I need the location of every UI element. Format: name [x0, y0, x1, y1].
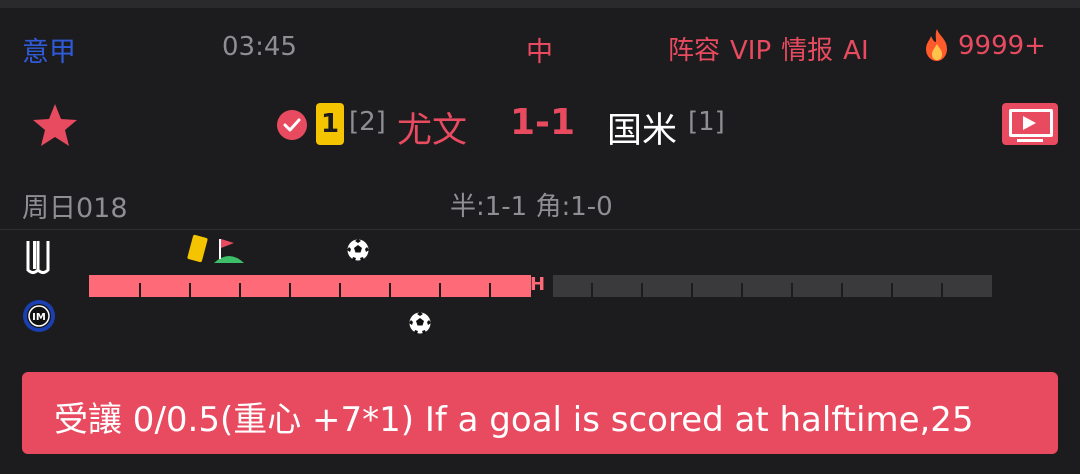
timeline-tick — [741, 283, 743, 297]
juventus-logo-icon — [26, 241, 50, 274]
halftime-corner-stats: 半:1-1 角:1-0 — [450, 192, 613, 222]
timeline-tick — [339, 283, 341, 297]
intel-link[interactable]: 情报 — [781, 36, 833, 66]
header-links: 阵容 VIP 情报 AI — [668, 30, 879, 67]
match-header: 意甲 03:45 中 阵容 VIP 情报 AI 9999+ — [0, 24, 1080, 68]
away-rank: [1] — [688, 107, 725, 137]
timeline-tick — [189, 283, 191, 297]
timeline-tick — [489, 283, 491, 297]
star-icon[interactable] — [32, 103, 78, 147]
timeline-tick — [941, 283, 943, 297]
halftime-marker: H — [530, 274, 546, 295]
soccer-ball-icon — [408, 311, 432, 335]
odds-banner-text: 受讓 0/0.5(重心 +7*1) If a goal is scored at… — [54, 400, 974, 440]
scoreboard: 1 [2] 尤文 1-1 国米 [1] — [0, 96, 1080, 156]
timeline-tick — [791, 283, 793, 297]
hot-count: 9999+ — [958, 31, 1046, 61]
league-name[interactable]: 意甲 — [22, 30, 76, 69]
timeline-tick — [841, 283, 843, 297]
match-time: 03:45 — [222, 32, 297, 62]
lineup-link[interactable]: 阵容 — [668, 36, 720, 66]
svg-text:IM: IM — [32, 312, 46, 323]
score: 1-1 — [510, 102, 576, 143]
timeline-played — [89, 275, 531, 297]
timeline-tick — [691, 283, 693, 297]
match-info: 周日018 半:1-1 角:1-0 — [0, 184, 1080, 224]
timeline-tick — [891, 283, 893, 297]
timeline-remaining — [553, 275, 992, 297]
timeline-tick — [389, 283, 391, 297]
yellow-card-icon — [187, 234, 208, 263]
soccer-ball-icon — [346, 238, 370, 262]
home-team[interactable]: 尤文 — [397, 102, 467, 153]
tv-icon[interactable] — [1002, 103, 1058, 145]
timeline-tick — [239, 283, 241, 297]
timeline-tick — [591, 283, 593, 297]
home-yellow-card-count: 1 — [316, 103, 344, 145]
home-rank: [2] — [349, 107, 386, 137]
away-team[interactable]: 国米 — [607, 102, 677, 153]
corner-flag-icon — [214, 239, 244, 263]
play-icon — [1023, 116, 1036, 130]
tv-stand — [1017, 139, 1043, 142]
match-status: 中 — [526, 37, 553, 68]
timeline-tick — [139, 283, 141, 297]
match-number: 周日018 — [22, 193, 128, 224]
match-timeline: H — [89, 274, 992, 297]
timeline-tick — [439, 283, 441, 297]
timeline-tick — [289, 283, 291, 297]
vip-link[interactable]: VIP — [730, 36, 771, 66]
divider — [0, 229, 1080, 230]
ai-link[interactable]: AI — [843, 36, 868, 66]
fire-icon — [926, 29, 947, 61]
odds-banner[interactable]: 受讓 0/0.5(重心 +7*1) If a goal is scored at… — [22, 372, 1058, 454]
top-edge — [0, 0, 1080, 8]
inter-logo-icon: IM — [23, 300, 55, 332]
timeline-tick — [641, 283, 643, 297]
check-circle-icon — [277, 110, 307, 140]
